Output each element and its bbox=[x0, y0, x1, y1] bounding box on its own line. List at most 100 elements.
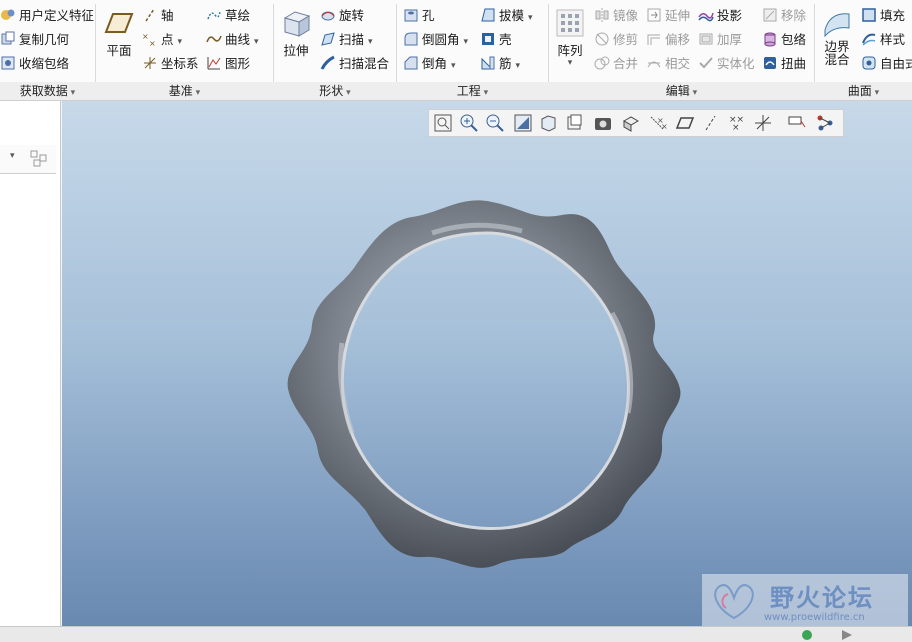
fill-label: 填充 bbox=[880, 8, 906, 23]
fill-button[interactable]: 填充 bbox=[861, 6, 905, 26]
svg-text:×: × bbox=[149, 39, 156, 47]
extrude-icon bbox=[283, 11, 311, 37]
svg-text:×: × bbox=[142, 32, 149, 41]
sketch-label: 草绘 bbox=[225, 8, 251, 23]
solidify-button[interactable]: 实体化 bbox=[698, 54, 755, 74]
forum-watermark: 野火论坛 www.proewildfire.cn bbox=[702, 574, 908, 626]
coordinate-system-icon bbox=[144, 57, 156, 69]
zoom-in-icon[interactable] bbox=[459, 113, 479, 133]
point-button[interactable]: × × 点 bbox=[142, 30, 182, 50]
tree-filter-icon[interactable] bbox=[30, 150, 50, 168]
intersect-icon bbox=[647, 61, 661, 68]
extend-label: 延伸 bbox=[665, 8, 691, 23]
graphics-viewport[interactable] bbox=[62, 101, 912, 626]
spin-center-icon[interactable] bbox=[815, 113, 835, 133]
freestyle-icon bbox=[862, 56, 876, 70]
trim-label: 修剪 bbox=[613, 32, 639, 47]
sweep-icon bbox=[321, 32, 335, 46]
shell-button[interactable]: 壳 bbox=[480, 30, 512, 50]
hole-button[interactable]: 孔 bbox=[403, 6, 435, 26]
surfaces-group-title[interactable]: 曲面 bbox=[815, 83, 912, 99]
offset-icon bbox=[647, 34, 660, 45]
swept-blend-button[interactable]: 扫描混合 bbox=[320, 54, 389, 74]
shapes-group-title[interactable]: 形状 bbox=[274, 83, 396, 99]
extend-icon bbox=[647, 8, 661, 22]
axis-button[interactable]: 轴 bbox=[142, 6, 174, 26]
wavy-ring-model[interactable] bbox=[282, 193, 692, 573]
axis-display-icon[interactable] bbox=[701, 113, 721, 133]
rib-button[interactable]: 筋 bbox=[480, 54, 520, 74]
model-tree-toolbar: ▾ bbox=[0, 145, 56, 174]
refit-icon[interactable] bbox=[433, 113, 453, 133]
tree-dropdown-icon[interactable]: ▾ bbox=[10, 151, 15, 161]
intersect-button[interactable]: 相交 bbox=[646, 54, 690, 74]
repaint-icon[interactable] bbox=[513, 113, 533, 133]
engineering-group-title[interactable]: 工程 bbox=[397, 83, 548, 99]
copy-geometry-button[interactable]: 复制几何 bbox=[0, 30, 69, 50]
editing-group-title[interactable]: 编辑 bbox=[549, 83, 814, 99]
pattern-button[interactable]: 阵列 ▾ bbox=[553, 8, 587, 68]
project-icon bbox=[698, 12, 714, 22]
ribbon: 用户定义特征 复制几何 收缩包络 平面 轴 ×× 点 坐标系 草绘 曲线 图形 拉… bbox=[0, 0, 912, 98]
mirror-label: 镜像 bbox=[613, 8, 639, 23]
csys-button[interactable]: 坐标系 bbox=[142, 54, 199, 74]
fill-icon bbox=[862, 8, 876, 22]
status-arrow-icon[interactable] bbox=[840, 629, 854, 641]
chamfer-icon bbox=[404, 56, 418, 70]
style-label: 样式 bbox=[880, 32, 906, 47]
view-manager-icon[interactable] bbox=[593, 113, 613, 133]
shell-icon bbox=[482, 33, 494, 45]
shrinkwrap-button[interactable]: 收缩包络 bbox=[0, 54, 69, 74]
pattern-dropdown-icon[interactable]: ▾ bbox=[553, 59, 587, 68]
curve-button[interactable]: 曲线 bbox=[206, 30, 259, 50]
named-views-icon[interactable] bbox=[539, 113, 559, 133]
twist-icon bbox=[764, 57, 776, 69]
zoom-out-icon[interactable] bbox=[485, 113, 505, 133]
draft-icon bbox=[481, 8, 495, 22]
user-defined-feature-button[interactable]: 用户定义特征 bbox=[0, 6, 94, 26]
twist-button[interactable]: 扭曲 bbox=[762, 54, 806, 74]
trim-button[interactable]: 修剪 bbox=[594, 30, 638, 50]
round-button[interactable]: 倒圆角 bbox=[403, 30, 468, 50]
saved-orientation-icon[interactable] bbox=[565, 113, 585, 133]
wrap-icon bbox=[764, 32, 776, 47]
offset-button[interactable]: 偏移 bbox=[646, 30, 690, 50]
style-button[interactable]: 样式 bbox=[861, 30, 905, 50]
display-style-icon[interactable] bbox=[621, 113, 641, 133]
boundary-blend-label-2: 混合 bbox=[824, 52, 850, 67]
shrinkwrap-label: 收缩包络 bbox=[19, 56, 70, 71]
get-data-group-title[interactable]: 获取数据 bbox=[0, 83, 95, 99]
freestyle-button[interactable]: 自由式 bbox=[861, 54, 912, 74]
sketch-button[interactable]: 草绘 bbox=[206, 6, 250, 26]
round-label: 倒圆角 bbox=[422, 32, 460, 47]
datum-group-title[interactable]: 基准 bbox=[96, 83, 273, 99]
point-display-icon[interactable]: ××× bbox=[727, 113, 747, 133]
remove-button[interactable]: 移除 bbox=[762, 6, 806, 26]
model-tree-panel[interactable]: ▾ bbox=[0, 101, 61, 626]
thicken-label: 加厚 bbox=[717, 32, 743, 47]
annotation-display-icon[interactable] bbox=[787, 113, 807, 133]
thicken-icon bbox=[699, 33, 713, 45]
sweep-button[interactable]: 扫描 bbox=[320, 30, 373, 50]
project-button[interactable]: 投影 bbox=[698, 6, 742, 26]
revolve-label: 旋转 bbox=[339, 8, 365, 23]
plane-display-icon[interactable] bbox=[675, 113, 695, 133]
chamfer-button[interactable]: 倒角 bbox=[403, 54, 456, 74]
csys-display-icon[interactable] bbox=[753, 113, 773, 133]
datum-display-icon[interactable]: ×× bbox=[649, 113, 669, 133]
thicken-button[interactable]: 加厚 bbox=[698, 30, 742, 50]
plane-button[interactable]: 平面 bbox=[102, 8, 136, 59]
graph-button[interactable]: 图形 bbox=[206, 54, 250, 74]
watermark-title: 野火论坛 bbox=[770, 584, 874, 612]
curve-label: 曲线 bbox=[225, 32, 251, 47]
boundary-blend-button[interactable]: 边界 混合 bbox=[818, 8, 856, 66]
intersect-label: 相交 bbox=[665, 56, 691, 71]
wrap-button[interactable]: 包络 bbox=[762, 30, 806, 50]
extend-button[interactable]: 延伸 bbox=[646, 6, 690, 26]
merge-button[interactable]: 合并 bbox=[594, 54, 638, 74]
draft-button[interactable]: 拔模 bbox=[480, 6, 533, 26]
round-icon bbox=[404, 32, 418, 46]
mirror-button[interactable]: 镜像 bbox=[594, 6, 638, 26]
revolve-button[interactable]: 旋转 bbox=[320, 6, 364, 26]
extrude-button[interactable]: 拉伸 bbox=[279, 8, 313, 59]
